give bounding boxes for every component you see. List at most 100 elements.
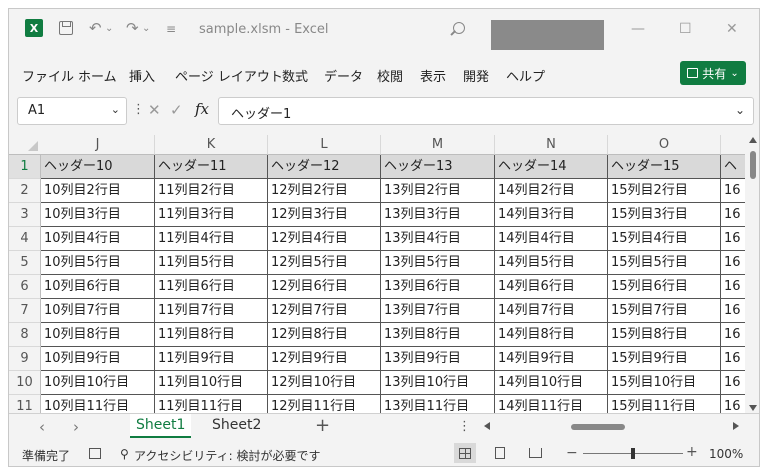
macro-recording-icon[interactable] — [89, 448, 101, 459]
add-sheet-button[interactable]: + — [315, 415, 330, 436]
tab-split-handle[interactable]: ⋮ — [458, 419, 471, 434]
customize-toolbar-icon[interactable]: ≡ — [166, 22, 176, 36]
row-header[interactable]: 4 — [9, 227, 41, 251]
redo-dropdown-icon[interactable]: ⌄ — [142, 23, 150, 34]
table-cell[interactable]: 14列目3行目 — [495, 203, 608, 227]
zoom-out-button[interactable]: − — [566, 445, 578, 461]
table-cell[interactable]: 12列目9行目 — [268, 347, 381, 371]
header-cell[interactable]: ヘッダー10 — [41, 155, 155, 179]
table-cell[interactable]: 10列目5行目 — [41, 251, 155, 275]
close-icon[interactable]: ✕ — [726, 21, 738, 37]
table-cell[interactable]: 16 — [721, 227, 745, 251]
table-cell[interactable]: 10列目8行目 — [41, 323, 155, 347]
column-header[interactable]: O — [608, 135, 721, 155]
table-cell[interactable]: 14列目9行目 — [495, 347, 608, 371]
page-break-view-button[interactable] — [524, 443, 546, 463]
table-cell[interactable]: 12列目7行目 — [268, 299, 381, 323]
table-cell[interactable]: 13列目8行目 — [381, 323, 495, 347]
table-cell[interactable]: 12列目5行目 — [268, 251, 381, 275]
table-cell[interactable]: 11列目3行目 — [155, 203, 268, 227]
table-cell[interactable]: 11列目9行目 — [155, 347, 268, 371]
table-cell[interactable]: 10列目2行目 — [41, 179, 155, 203]
table-cell[interactable]: 16 — [721, 395, 745, 413]
zoom-slider-thumb[interactable] — [631, 448, 635, 459]
redo-icon[interactable]: ↷ — [126, 19, 139, 37]
table-cell[interactable]: 14列目2行目 — [495, 179, 608, 203]
table-cell[interactable]: 10列目6行目 — [41, 275, 155, 299]
row-header[interactable]: 7 — [9, 299, 41, 323]
table-cell[interactable]: 13列目5行目 — [381, 251, 495, 275]
table-cell[interactable]: 10列目9行目 — [41, 347, 155, 371]
maximize-icon[interactable]: ☐ — [679, 21, 692, 37]
tab-insert[interactable]: 挿入 — [129, 66, 155, 85]
table-cell[interactable]: 11列目7行目 — [155, 299, 268, 323]
table-cell[interactable]: 10列目7行目 — [41, 299, 155, 323]
scroll-right-icon[interactable] — [733, 422, 739, 430]
table-cell[interactable]: 14列目8行目 — [495, 323, 608, 347]
row-header[interactable]: 2 — [9, 179, 41, 203]
undo-dropdown-icon[interactable]: ⌄ — [105, 23, 113, 34]
normal-view-button[interactable] — [454, 443, 476, 463]
tab-view[interactable]: 表示 — [420, 66, 446, 85]
column-header[interactable]: M — [381, 135, 495, 155]
table-cell[interactable]: 16 — [721, 347, 745, 371]
table-cell[interactable]: 14列目7行目 — [495, 299, 608, 323]
table-cell[interactable]: 13列目10行目 — [381, 371, 495, 395]
table-cell[interactable]: 11列目6行目 — [155, 275, 268, 299]
more-options-icon[interactable]: ⋮ — [132, 102, 145, 117]
table-cell[interactable]: 12列目10行目 — [268, 371, 381, 395]
zoom-in-button[interactable]: + — [686, 444, 698, 460]
table-cell[interactable]: 12列目6行目 — [268, 275, 381, 299]
tab-help[interactable]: ヘルプ — [506, 66, 545, 85]
table-cell[interactable]: 13列目7行目 — [381, 299, 495, 323]
header-cell[interactable]: ヘッダー14 — [495, 155, 608, 179]
sheet-tab-sheet2[interactable]: Sheet2 — [206, 414, 267, 438]
table-cell[interactable]: 13列目9行目 — [381, 347, 495, 371]
table-cell[interactable]: 14列目10行目 — [495, 371, 608, 395]
table-cell[interactable]: 11列目8行目 — [155, 323, 268, 347]
table-cell[interactable]: 13列目6行目 — [381, 275, 495, 299]
undo-icon[interactable]: ↶ — [89, 19, 102, 37]
table-cell[interactable]: 16 — [721, 323, 745, 347]
table-cell[interactable]: 14列目11行目 — [495, 395, 608, 413]
name-box[interactable]: A1 ⌄ — [17, 97, 127, 125]
table-cell[interactable]: 15列目6行目 — [608, 275, 721, 299]
accessibility-status[interactable]: アクセシビリティ: 検討が必要です — [134, 447, 321, 464]
table-cell[interactable]: 13列目2行目 — [381, 179, 495, 203]
tab-review[interactable]: 校閲 — [377, 66, 403, 85]
table-cell[interactable]: 15列目10行目 — [608, 371, 721, 395]
expand-formula-bar-icon[interactable]: ⌄ — [735, 103, 745, 117]
table-cell[interactable]: 12列目8行目 — [268, 323, 381, 347]
table-cell[interactable]: 16 — [721, 299, 745, 323]
table-cell[interactable]: 15列目9行目 — [608, 347, 721, 371]
table-cell[interactable]: 14列目4行目 — [495, 227, 608, 251]
scroll-down-icon[interactable] — [749, 405, 757, 411]
formula-input[interactable]: ヘッダー1 ⌄ — [218, 97, 754, 125]
table-cell[interactable]: 11列目4行目 — [155, 227, 268, 251]
table-cell[interactable]: 10列目10行目 — [41, 371, 155, 395]
search-icon[interactable] — [453, 22, 465, 34]
row-header[interactable]: 6 — [9, 275, 41, 299]
row-header[interactable]: 1 — [9, 155, 41, 179]
table-cell[interactable]: 12列目3行目 — [268, 203, 381, 227]
table-cell[interactable]: 10列目3行目 — [41, 203, 155, 227]
chevron-down-icon[interactable]: ⌄ — [111, 103, 120, 116]
table-cell[interactable]: 13列目4行目 — [381, 227, 495, 251]
tab-home[interactable]: ホーム — [78, 66, 117, 85]
tab-formulas[interactable]: 数式 — [282, 66, 308, 85]
table-cell[interactable]: 16 — [721, 179, 745, 203]
minimize-icon[interactable]: — — [631, 21, 645, 37]
table-cell[interactable]: 15列目7行目 — [608, 299, 721, 323]
header-cell[interactable]: ヘッダー13 — [381, 155, 495, 179]
table-cell[interactable]: 10列目4行目 — [41, 227, 155, 251]
header-cell[interactable]: ヘ — [721, 155, 745, 179]
table-cell[interactable]: 14列目6行目 — [495, 275, 608, 299]
table-cell[interactable]: 15列目5行目 — [608, 251, 721, 275]
tab-file[interactable]: ファイル — [22, 66, 74, 85]
table-cell[interactable]: 15列目11行目 — [608, 395, 721, 413]
row-header[interactable]: 3 — [9, 203, 41, 227]
row-header[interactable]: 10 — [9, 371, 41, 395]
column-header[interactable]: K — [155, 135, 268, 155]
table-cell[interactable]: 12列目11行目 — [268, 395, 381, 413]
sheet-tab-sheet1[interactable]: Sheet1 — [130, 414, 192, 438]
